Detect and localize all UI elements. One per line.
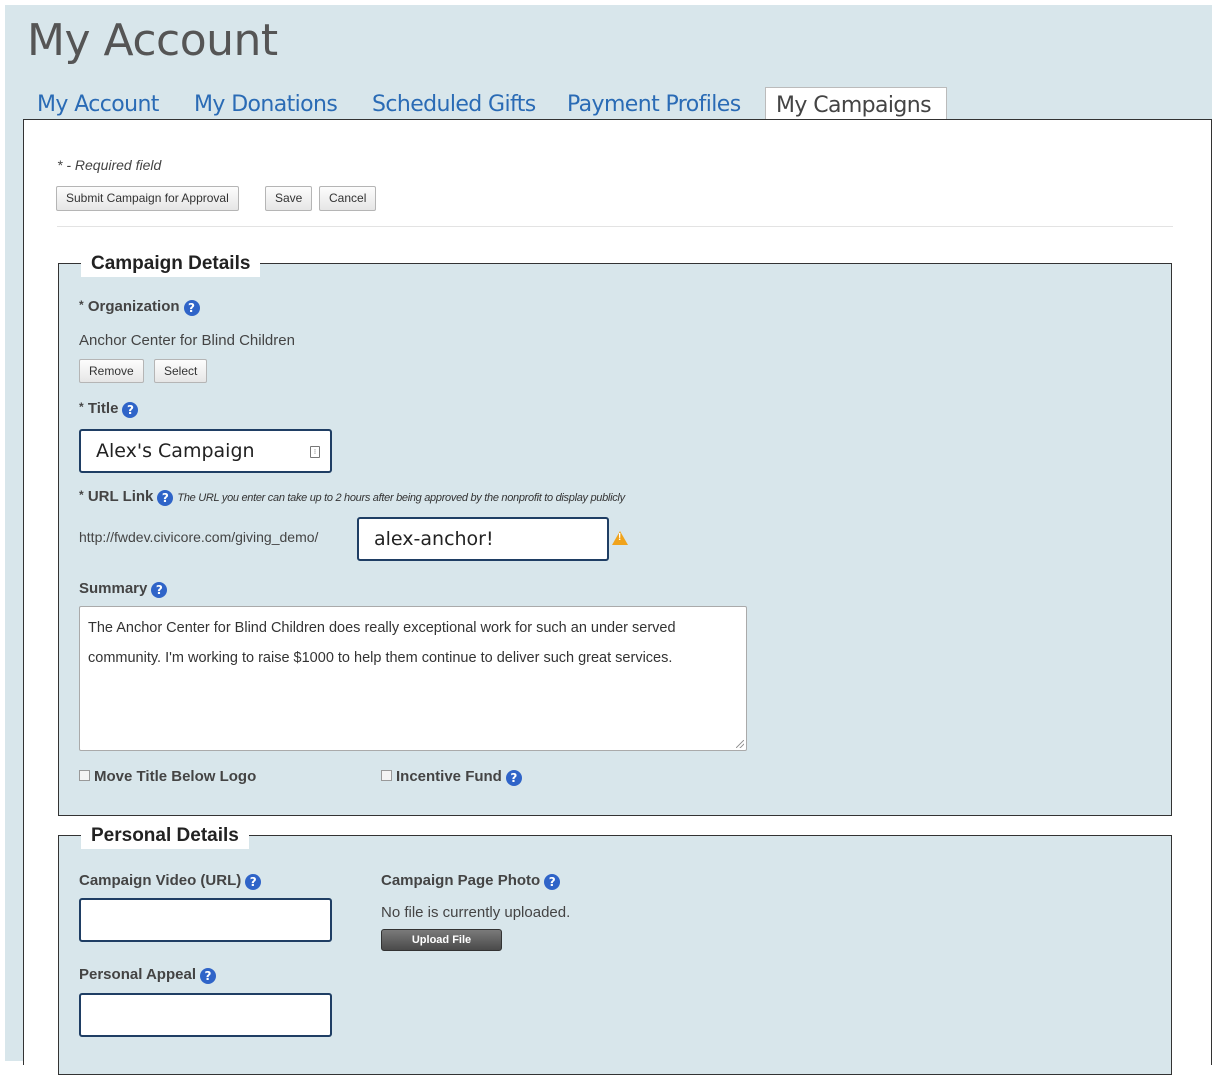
url-hint: The URL you enter can take up to 2 hours…	[177, 492, 625, 504]
url-prefix: http://fwdev.civicore.com/giving_demo/	[79, 529, 319, 545]
required-field-note: * - Required field	[57, 157, 162, 173]
personal-details-section: Personal Details Campaign Video (URL)? C…	[58, 823, 1172, 1075]
question-circle-icon[interactable]: ?	[544, 874, 561, 890]
submit-for-approval-button[interactable]: Submit Campaign for Approval	[56, 186, 239, 211]
move-title-checkbox-row[interactable]: Move Title Below Logo	[79, 768, 256, 785]
question-circle-icon[interactable]: ?	[157, 490, 174, 506]
tab-scheduled-gifts[interactable]: Scheduled Gifts	[362, 87, 552, 123]
move-title-checkbox[interactable]	[79, 770, 90, 781]
personal-appeal-input[interactable]	[79, 993, 332, 1037]
save-button[interactable]: Save	[265, 186, 313, 211]
summary-textarea[interactable]: The Anchor Center for Blind Children doe…	[79, 606, 747, 751]
field-indicator-icon: ⁞	[310, 446, 320, 458]
personal-appeal-label: Personal Appeal?	[79, 966, 216, 984]
warning-triangle-icon: !	[612, 531, 628, 545]
question-circle-icon[interactable]: ?	[122, 402, 139, 418]
page-title: My Account	[27, 15, 278, 66]
tab-payment-profiles[interactable]: Payment Profiles	[557, 87, 762, 123]
remove-organization-button[interactable]: Remove	[79, 359, 144, 383]
question-circle-icon[interactable]: ?	[245, 874, 262, 890]
question-circle-icon[interactable]: ?	[183, 300, 200, 316]
title-label: * Title?	[79, 400, 139, 418]
summary-label: Summary?	[79, 580, 168, 598]
incentive-fund-checkbox[interactable]	[381, 770, 392, 781]
campaign-details-legend: Campaign Details	[81, 251, 261, 277]
campaign-video-input[interactable]	[79, 898, 332, 942]
tab-my-account[interactable]: My Account	[27, 87, 181, 123]
organization-label: * Organization?	[79, 298, 200, 316]
upload-file-button[interactable]: Upload File	[381, 929, 502, 951]
cancel-button[interactable]: Cancel	[319, 186, 377, 211]
campaign-details-section: Campaign Details * Organization? Anchor …	[58, 251, 1172, 816]
title-input[interactable]: Alex's Campaign ⁞	[79, 429, 332, 473]
url-link-label: * URL Link? The URL you enter can take up…	[79, 488, 625, 506]
url-slug-input[interactable]: alex-anchor!	[357, 517, 609, 561]
question-circle-icon[interactable]: ?	[199, 968, 216, 984]
campaign-video-label: Campaign Video (URL)?	[79, 872, 262, 890]
page: My Account My Account My Donations Sched…	[5, 5, 1212, 1075]
organization-value: Anchor Center for Blind Children	[79, 332, 295, 349]
question-circle-icon[interactable]: ?	[505, 770, 522, 786]
personal-details-legend: Personal Details	[81, 823, 249, 849]
incentive-fund-checkbox-row[interactable]: Incentive Fund?	[381, 768, 522, 786]
main-panel: * - Required field Submit Campaign for A…	[23, 119, 1212, 1075]
select-organization-button[interactable]: Select	[154, 359, 208, 383]
divider	[57, 226, 1173, 227]
campaign-page-photo-label: Campaign Page Photo?	[381, 872, 561, 890]
question-circle-icon[interactable]: ?	[151, 582, 168, 598]
photo-status: No file is currently uploaded.	[381, 904, 571, 921]
resize-handle[interactable]	[736, 740, 744, 748]
tab-my-donations[interactable]: My Donations	[184, 87, 360, 123]
